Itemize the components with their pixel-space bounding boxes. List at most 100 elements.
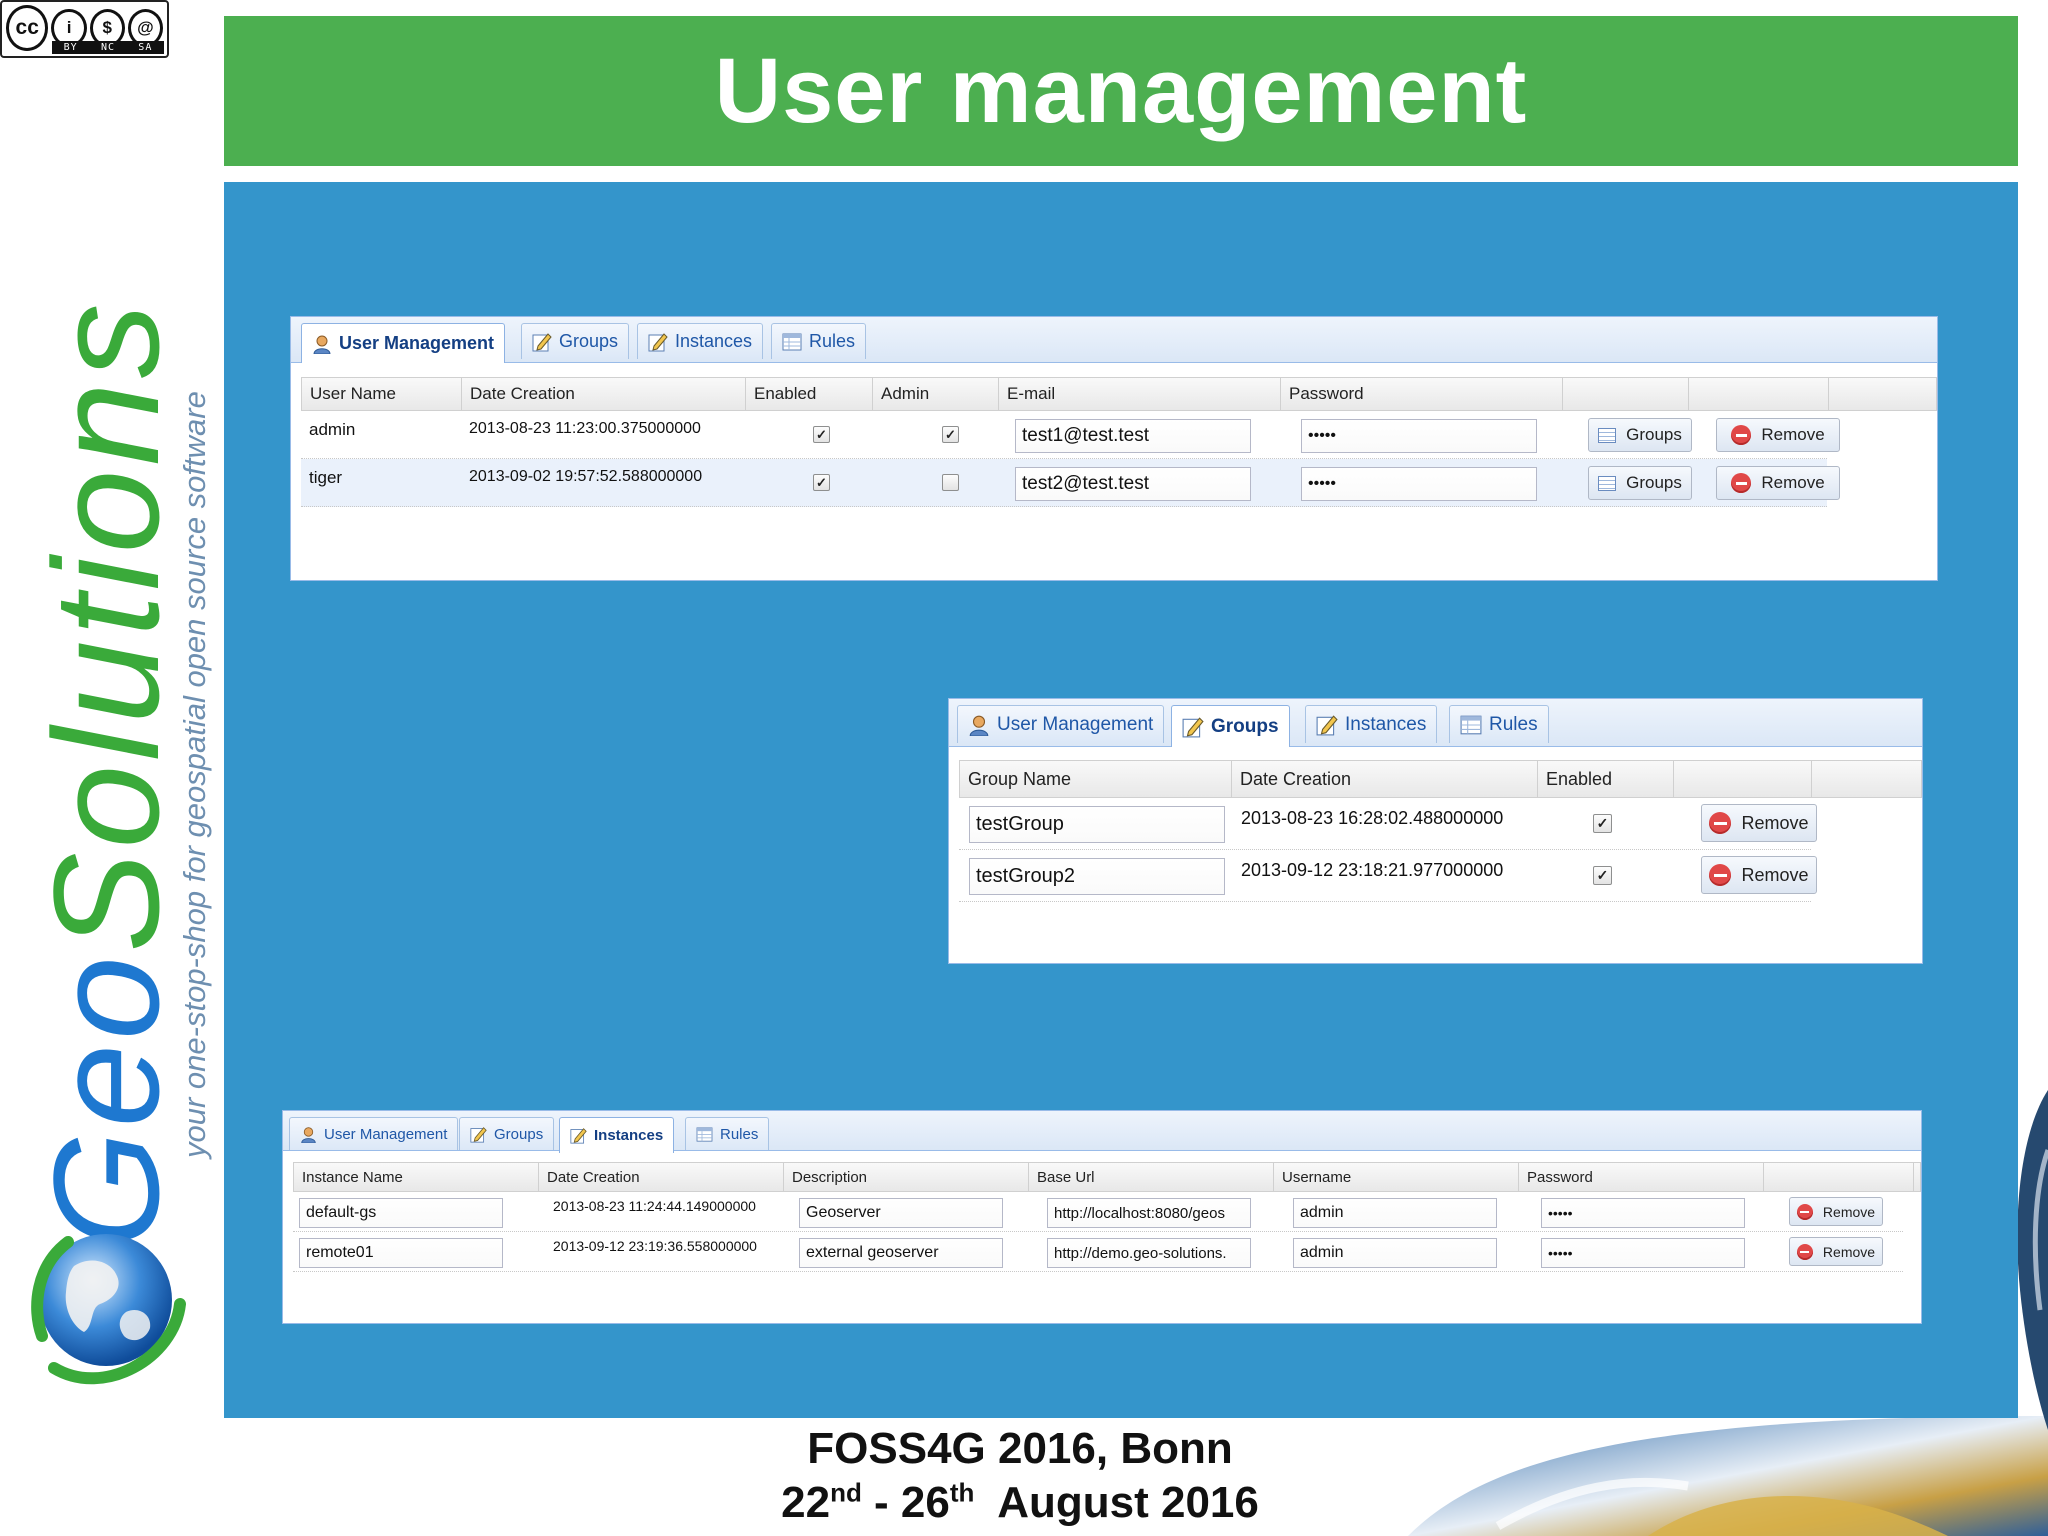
column-enabled[interactable]: Enabled xyxy=(746,378,873,410)
tab-instances[interactable]: Instances xyxy=(559,1117,675,1153)
password-field[interactable]: ••••• xyxy=(1541,1238,1745,1268)
column-password[interactable]: Password xyxy=(1281,378,1563,410)
description-field[interactable]: Geoserver xyxy=(799,1198,1003,1228)
edit-icon xyxy=(1182,716,1204,737)
email-field[interactable]: test2@test.test xyxy=(1015,467,1251,501)
username-field[interactable]: admin xyxy=(1293,1238,1497,1268)
group-name-field[interactable]: testGroup2 xyxy=(969,858,1225,895)
remove-icon xyxy=(1731,425,1752,445)
tab-user-management[interactable]: User Management xyxy=(289,1117,459,1150)
tab-label: Groups xyxy=(494,1125,544,1143)
tab-strip: User Management Groups Instances Rules xyxy=(291,317,1937,363)
footer-end-suffix: th xyxy=(949,1477,975,1508)
tab-user-management[interactable]: User Management xyxy=(301,323,506,363)
remove-button-label: Remove xyxy=(1822,1203,1876,1220)
description-field[interactable]: external geoserver xyxy=(799,1238,1003,1268)
license-nc: NC xyxy=(100,42,116,53)
column-description[interactable]: Description xyxy=(784,1163,1029,1191)
remove-button-label: Remove xyxy=(1761,425,1825,444)
remove-button[interactable]: Remove xyxy=(1789,1197,1883,1226)
table-row[interactable]: remote01 2013-09-12 23:19:36.558000000 e… xyxy=(293,1232,1903,1272)
column-username[interactable]: Username xyxy=(1274,1163,1519,1191)
remove-button[interactable]: Remove xyxy=(1701,856,1817,894)
tab-label: Instances xyxy=(594,1127,664,1144)
tab-rules[interactable]: Rules xyxy=(685,1117,770,1150)
password-field[interactable]: ••••• xyxy=(1301,419,1537,453)
tab-label: Rules xyxy=(809,331,856,351)
column-date-creation[interactable]: Date Creation xyxy=(539,1163,784,1191)
grid-header: Instance Name Date Creation Description … xyxy=(293,1162,1921,1192)
tab-user-management[interactable]: User Management xyxy=(957,705,1165,743)
column-instance-name[interactable]: Instance Name xyxy=(294,1163,539,1191)
user-icon xyxy=(969,715,989,736)
table-row[interactable]: tiger 2013-09-02 19:57:52.588000000 ✓ te… xyxy=(301,459,1840,507)
tab-label: Rules xyxy=(1489,713,1538,735)
remove-button[interactable]: Remove xyxy=(1716,418,1840,452)
enabled-checkbox[interactable]: ✓ xyxy=(1593,814,1612,833)
tab-instances[interactable]: Instances xyxy=(637,323,764,359)
tab-groups[interactable]: Groups xyxy=(1171,705,1290,747)
tab-rules[interactable]: Rules xyxy=(771,323,867,359)
password-field[interactable]: ••••• xyxy=(1301,467,1537,501)
tab-groups[interactable]: Groups xyxy=(521,323,630,359)
table-row[interactable]: admin 2013-08-23 11:23:00.375000000 ✓ ✓ … xyxy=(301,411,1840,459)
column-email[interactable]: E-mail xyxy=(999,378,1281,410)
table-icon xyxy=(696,1126,713,1142)
remove-button[interactable]: Remove xyxy=(1716,466,1840,500)
enabled-checkbox[interactable]: ✓ xyxy=(813,474,830,491)
table-icon xyxy=(782,333,802,350)
column-date-creation[interactable]: Date Creation xyxy=(1232,761,1538,797)
base-url-field[interactable]: http://demo.geo-solutions. xyxy=(1047,1238,1251,1268)
instance-name-field[interactable]: remote01 xyxy=(299,1238,503,1268)
column-actions-2 xyxy=(1689,378,1829,410)
admin-checkbox[interactable]: ✓ xyxy=(942,426,959,443)
remove-button[interactable]: Remove xyxy=(1701,804,1817,842)
instance-name-field[interactable]: default-gs xyxy=(299,1198,503,1228)
remove-icon xyxy=(1709,812,1732,834)
remove-icon xyxy=(1731,473,1752,493)
license-sa: SA xyxy=(138,42,153,53)
grid-header: Group Name Date Creation Enabled xyxy=(959,760,1922,798)
column-password[interactable]: Password xyxy=(1519,1163,1764,1191)
brand-wordmark-solutions: Solutions xyxy=(22,299,190,953)
column-admin[interactable]: Admin xyxy=(873,378,999,410)
column-base-url[interactable]: Base Url xyxy=(1029,1163,1274,1191)
username-field[interactable]: admin xyxy=(1293,1198,1497,1228)
title-bar: User management xyxy=(224,16,2018,166)
conference-footer: FOSS4G 2016, Bonn 22nd - 26th August 201… xyxy=(700,1422,1340,1530)
groups-button[interactable]: Groups xyxy=(1588,466,1692,500)
table-row[interactable]: testGroup 2013-08-23 16:28:02.488000000 … xyxy=(959,798,1817,850)
remove-icon xyxy=(1796,1203,1813,1220)
tab-rules[interactable]: Rules xyxy=(1449,705,1549,743)
grid-header: User Name Date Creation Enabled Admin E-… xyxy=(301,377,1937,411)
brand-wordmark-geo: Geo xyxy=(22,952,190,1248)
remove-button-label: Remove xyxy=(1761,473,1825,492)
footer-end-day: - 26 xyxy=(861,1478,950,1527)
table-row[interactable]: default-gs 2013-08-23 11:24:44.149000000… xyxy=(293,1192,1903,1232)
footer-month-year: August 2016 xyxy=(974,1478,1259,1527)
column-enabled[interactable]: Enabled xyxy=(1538,761,1674,797)
admin-checkbox[interactable] xyxy=(942,474,959,491)
remove-button-label: Remove xyxy=(1822,1243,1876,1260)
password-field[interactable]: ••••• xyxy=(1541,1198,1745,1228)
tab-groups[interactable]: Groups xyxy=(459,1117,555,1150)
column-group-name[interactable]: Group Name xyxy=(960,761,1232,797)
footer-start-suffix: nd xyxy=(830,1477,862,1508)
column-user-name[interactable]: User Name xyxy=(302,378,462,410)
enabled-checkbox[interactable]: ✓ xyxy=(1593,866,1612,885)
tab-label: User Management xyxy=(324,1125,448,1143)
creative-commons-icon: cc xyxy=(6,5,49,51)
user-icon xyxy=(313,335,331,354)
email-field[interactable]: test1@test.test xyxy=(1015,419,1251,453)
edit-icon xyxy=(648,332,668,351)
base-url-field[interactable]: http://localhost:8080/geos xyxy=(1047,1198,1251,1228)
groups-button[interactable]: Groups xyxy=(1588,418,1692,452)
group-name-field[interactable]: testGroup xyxy=(969,806,1225,843)
column-date-creation[interactable]: Date Creation xyxy=(462,378,746,410)
date-creation: 2013-09-02 19:57:52.588000000 xyxy=(469,468,703,485)
table-row[interactable]: testGroup2 2013-09-12 23:18:21.977000000… xyxy=(959,850,1817,902)
remove-button[interactable]: Remove xyxy=(1789,1237,1883,1266)
enabled-checkbox[interactable]: ✓ xyxy=(813,426,830,443)
tab-instances[interactable]: Instances xyxy=(1305,705,1438,743)
slide-title: User management xyxy=(714,39,1528,142)
